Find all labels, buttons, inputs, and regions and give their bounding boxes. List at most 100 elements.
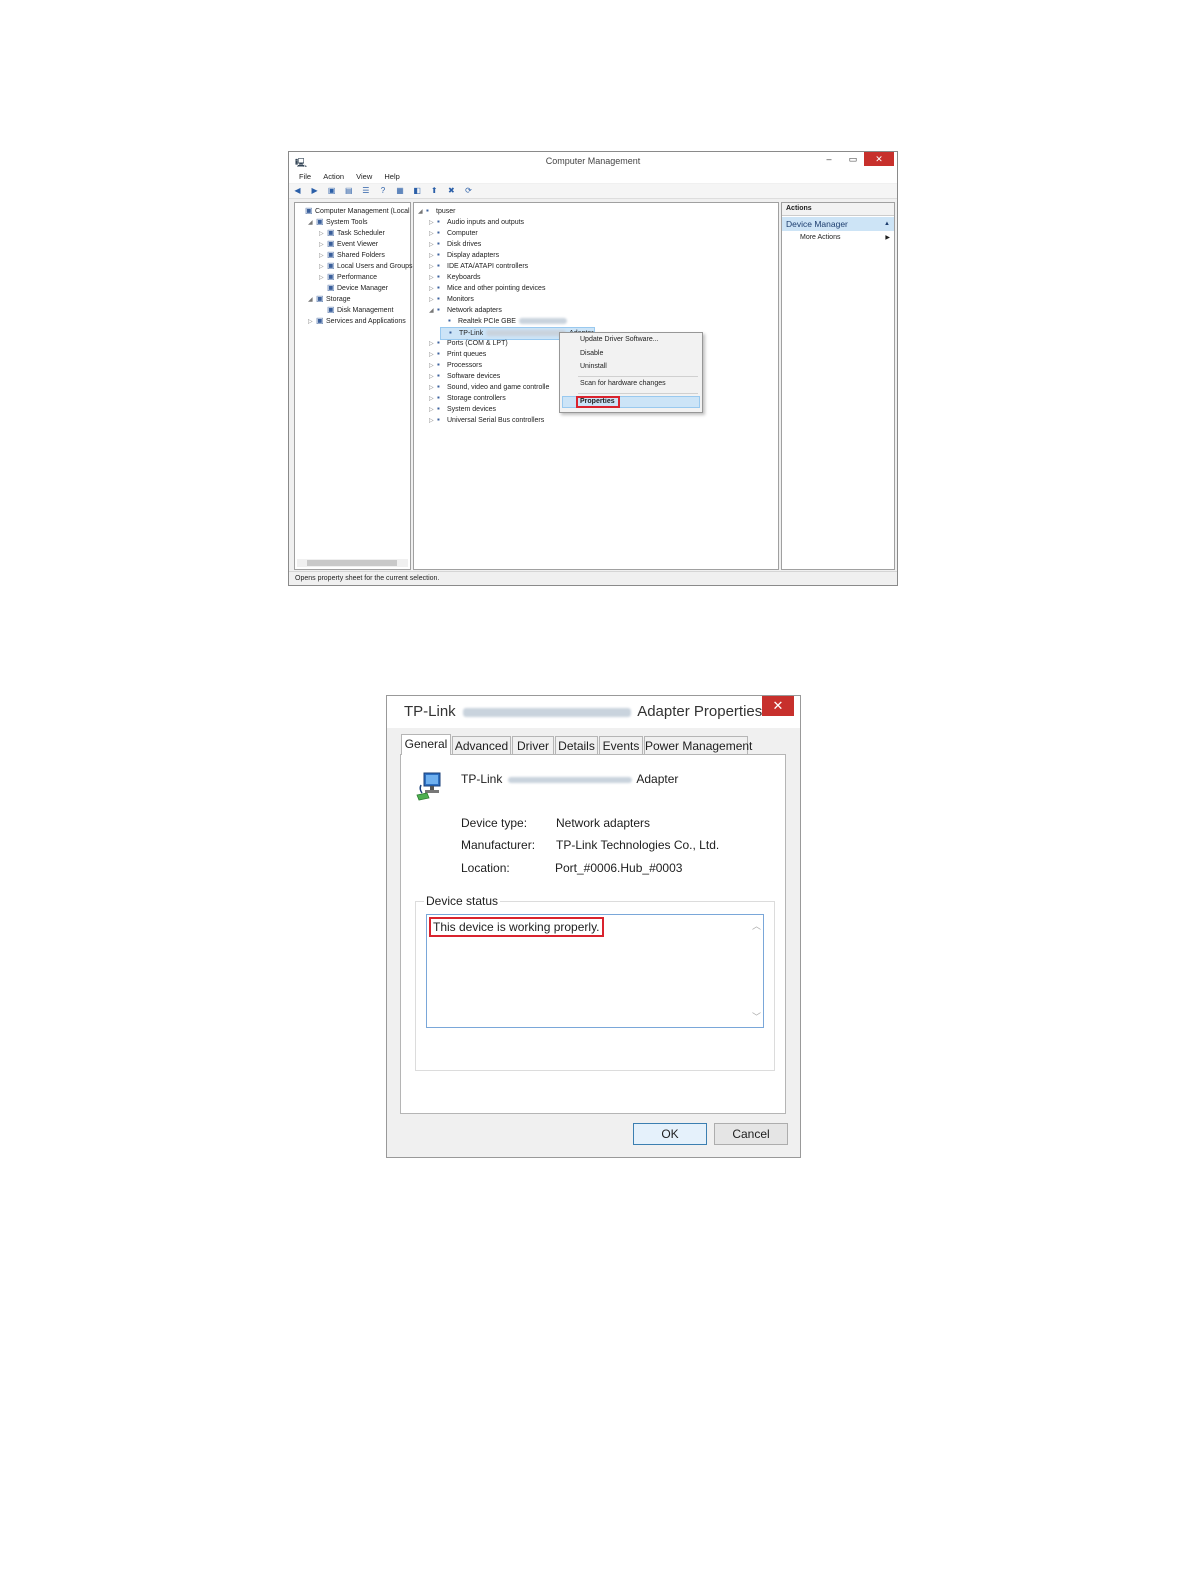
device-node[interactable]: ▷ ▪ Ports (COM & LPT) <box>429 338 508 349</box>
console-tree-pane[interactable]: ▣ Computer Management (Local ◢ ▣ System Tool… <box>294 202 412 570</box>
expand-toggle-icon[interactable]: ▷ <box>319 240 327 250</box>
menu-view[interactable]: View <box>356 170 372 183</box>
expand-toggle-icon[interactable]: ▷ <box>429 405 437 415</box>
device-node[interactable]: ▷ ▪ Keyboards <box>429 272 480 283</box>
menu-help[interactable]: Help <box>384 170 399 183</box>
menu-file[interactable]: File <box>299 170 311 183</box>
device-node[interactable]: ▷ ▪ Print queues <box>429 349 486 360</box>
device-node[interactable]: ◢ ▪ tpuser <box>418 206 455 217</box>
menu-uninstall[interactable]: Uninstall <box>580 363 607 370</box>
tab-driver[interactable]: Driver <box>512 736 554 754</box>
tree-node[interactable]: ▷ ▣ Services and Applications <box>308 316 406 327</box>
device-node[interactable]: ▷ ▪ Sound, video and game controlle <box>429 382 549 393</box>
tab-advanced[interactable]: Advanced <box>452 736 511 754</box>
expand-toggle-icon[interactable]: ▷ <box>429 218 437 228</box>
expand-toggle-icon[interactable]: ▷ <box>429 361 437 371</box>
view-icon[interactable]: ▦ <box>395 186 406 196</box>
expand-toggle-icon[interactable]: ▷ <box>319 251 327 261</box>
device-status-textbox[interactable]: This device is working properly. ︿ ﹀ <box>426 914 764 1028</box>
tree-node[interactable]: ◢ ▣ Storage <box>308 294 351 305</box>
expand-toggle-icon[interactable]: ◢ <box>429 306 437 316</box>
expand-toggle-icon[interactable]: ▷ <box>429 383 437 393</box>
device-node[interactable]: ▷ ▪ Display adapters <box>429 250 499 261</box>
device-node[interactable]: ▷ ▪ Audio inputs and outputs <box>429 217 524 228</box>
expand-toggle-icon[interactable]: ◢ <box>418 207 426 217</box>
expand-toggle-icon[interactable]: ▷ <box>429 350 437 360</box>
tree-node[interactable]: ▣ Device Manager <box>319 283 388 294</box>
expand-toggle-icon[interactable]: ▷ <box>429 273 437 283</box>
expand-toggle-icon[interactable]: ▷ <box>319 273 327 283</box>
node-icon: ▣ <box>316 217 324 226</box>
menu-scan-hardware[interactable]: Scan for hardware changes <box>580 380 666 387</box>
expand-toggle-icon[interactable]: ◢ <box>308 218 316 228</box>
dialog-titlebar[interactable]: TP-Link Adapter Properties ✕ <box>387 696 800 728</box>
actions-device-manager[interactable]: Device Manager ▲ <box>782 217 894 231</box>
expand-toggle-icon[interactable]: ▷ <box>429 339 437 349</box>
cm-title: Computer Management <box>545 156 641 166</box>
tab-details[interactable]: Details <box>555 736 598 754</box>
expand-toggle-icon[interactable]: ◢ <box>308 295 316 305</box>
expand-toggle-icon[interactable]: ▷ <box>429 372 437 382</box>
tree-node[interactable]: ▷ ▣ Task Scheduler <box>319 228 385 239</box>
expand-toggle-icon[interactable]: ▷ <box>429 262 437 272</box>
device-node[interactable]: ◢ ▪ Network adapters <box>429 305 502 316</box>
properties-icon[interactable]: ◧ <box>412 186 423 196</box>
tree-node[interactable]: ▷ ▣ Local Users and Groups <box>319 261 412 272</box>
cm-titlebar[interactable]: 🖳 Computer Management – ▭ ✕ <box>289 152 897 170</box>
scroll-up-icon[interactable]: ︿ <box>752 919 761 932</box>
collapse-up-icon[interactable]: ▲ <box>884 217 890 231</box>
tab-general[interactable]: General <box>401 734 451 755</box>
tree-node[interactable]: ▷ ▣ Event Viewer <box>319 239 378 250</box>
expand-toggle-icon[interactable]: ▷ <box>429 251 437 261</box>
expand-toggle-icon[interactable]: ▷ <box>319 262 327 272</box>
expand-toggle-icon[interactable]: ▷ <box>429 295 437 305</box>
show-tree-icon[interactable]: ▤ <box>343 186 354 196</box>
list-icon[interactable]: ☰ <box>360 186 371 196</box>
menu-disable[interactable]: Disable <box>580 350 603 357</box>
back-icon[interactable]: ◀ <box>292 186 303 196</box>
expand-toggle-icon[interactable]: ▷ <box>429 284 437 294</box>
device-node[interactable]: ▷ ▪ Processors <box>429 360 482 371</box>
help-icon[interactable]: ? <box>377 186 388 196</box>
device-node[interactable]: ▷ ▪ IDE ATA/ATAPI controllers <box>429 261 528 272</box>
device-node[interactable]: ▷ ▪ Software devices <box>429 371 500 382</box>
tree-node[interactable]: ▷ ▣ Shared Folders <box>319 250 385 261</box>
device-node[interactable]: ▷ ▪ Disk drives <box>429 239 481 250</box>
maximize-icon[interactable]: ▭ <box>841 152 865 166</box>
tab-events[interactable]: Events <box>599 736 643 754</box>
tree-node[interactable]: ▷ ▣ Performance <box>319 272 377 283</box>
more-actions[interactable]: More Actions <box>800 234 840 241</box>
cancel-button[interactable]: Cancel <box>714 1123 788 1145</box>
scan-icon[interactable]: ⟳ <box>463 186 474 196</box>
update-driver-icon[interactable]: ⬆ <box>429 186 440 196</box>
menu-action[interactable]: Action <box>323 170 344 183</box>
dialog-close-icon[interactable]: ✕ <box>762 696 794 716</box>
tree-horizontal-scrollbar[interactable] <box>297 559 408 567</box>
uninstall-icon[interactable]: ✖ <box>446 186 457 196</box>
tab-power-management[interactable]: Power Management <box>644 736 752 754</box>
expand-toggle-icon[interactable]: ▷ <box>429 416 437 426</box>
close-icon[interactable]: ✕ <box>864 152 894 166</box>
expand-toggle-icon[interactable]: ▷ <box>319 229 327 239</box>
tree-node[interactable]: ▣ Computer Management (Local <box>297 206 410 217</box>
device-node[interactable]: ▷ ▪ Universal Serial Bus controllers <box>429 415 544 426</box>
device-node[interactable]: ▪ Realtek PCIe GBE <box>440 316 567 327</box>
tree-node[interactable]: ◢ ▣ System Tools <box>308 217 368 228</box>
forward-icon[interactable]: ▶ <box>309 186 320 196</box>
expand-toggle-icon[interactable]: ▷ <box>308 317 316 327</box>
up-icon[interactable]: ▣ <box>326 186 337 196</box>
minimize-icon[interactable]: – <box>817 152 841 166</box>
scroll-down-icon[interactable]: ﹀ <box>752 1010 761 1023</box>
device-node[interactable]: ▷ ▪ System devices <box>429 404 496 415</box>
menu-update-driver[interactable]: Update Driver Software... <box>580 336 659 343</box>
expand-toggle-icon[interactable]: ▷ <box>429 394 437 404</box>
device-node[interactable]: ▷ ▪ Monitors <box>429 294 474 305</box>
more-actions-arrow-icon[interactable]: ▶ <box>885 234 890 241</box>
ok-button[interactable]: OK <box>633 1123 707 1145</box>
device-node[interactable]: ▷ ▪ Storage controllers <box>429 393 506 404</box>
device-node[interactable]: ▷ ▪ Computer <box>429 228 478 239</box>
expand-toggle-icon[interactable]: ▷ <box>429 229 437 239</box>
device-node[interactable]: ▷ ▪ Mice and other pointing devices <box>429 283 545 294</box>
tree-node[interactable]: ▣ Disk Management <box>319 305 393 316</box>
expand-toggle-icon[interactable]: ▷ <box>429 240 437 250</box>
